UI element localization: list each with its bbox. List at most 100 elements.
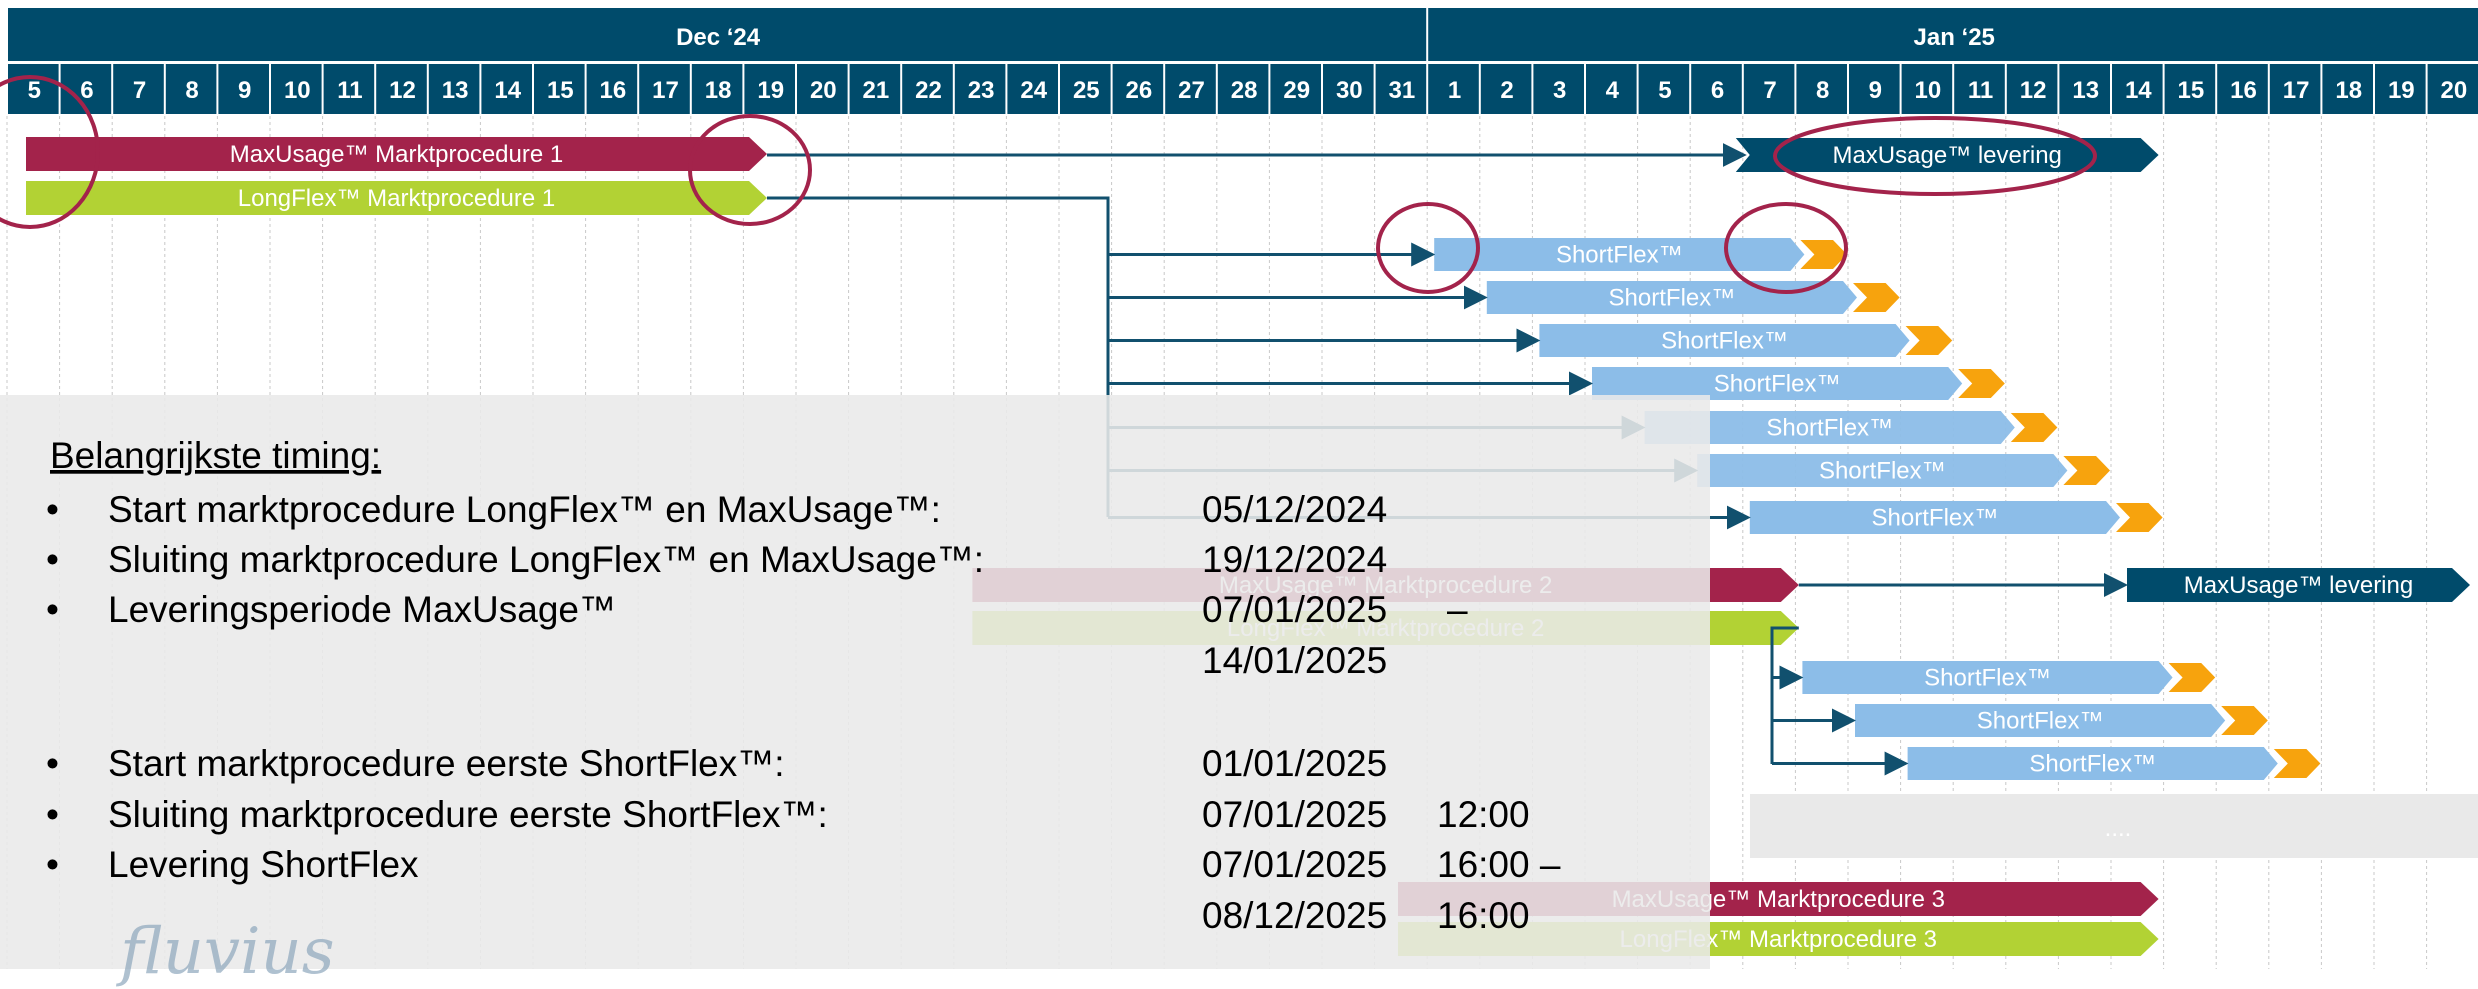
- day-label: 11: [337, 77, 362, 104]
- timing-time: 12:00: [1437, 794, 1530, 835]
- day-label: 16: [2230, 77, 2257, 104]
- day-label: 18: [2335, 77, 2362, 104]
- day-label: 7: [133, 77, 146, 104]
- timing-date: 07/01/2025: [1202, 794, 1387, 835]
- day-label: 6: [80, 77, 93, 104]
- timing-date: 01/01/2025: [1202, 743, 1387, 784]
- timing-bullet: •: [46, 743, 59, 784]
- s8-label: ShortFlex™: [1924, 665, 2051, 692]
- fluvius-logo: fluvius: [120, 915, 335, 989]
- timing-date: 05/12/2024: [1202, 489, 1387, 530]
- day-label: 28: [1231, 77, 1258, 104]
- timing-label: Sluiting marktprocedure LongFlex™ en Max…: [108, 539, 984, 580]
- day-label: 4: [1606, 77, 1620, 104]
- s9-label: ShortFlex™: [1977, 708, 2104, 735]
- day-label: 29: [1283, 77, 1310, 104]
- s4-label: ShortFlex™: [1714, 371, 1841, 398]
- day-label: 22: [915, 77, 942, 104]
- s6-label: ShortFlex™: [1819, 458, 1946, 485]
- day-label: 7: [1763, 77, 1776, 104]
- day-label: 26: [1126, 77, 1153, 104]
- day-label: 20: [2441, 77, 2468, 104]
- day-label: 19: [2388, 77, 2415, 104]
- day-label: 11: [1968, 77, 1993, 104]
- day-label: 14: [494, 77, 521, 104]
- day-label: 8: [1816, 77, 1829, 104]
- s2-tail: [1853, 283, 1900, 312]
- s1-label: ShortFlex™: [1556, 242, 1683, 269]
- day-label: 15: [547, 77, 574, 104]
- timing-date-2: 08/12/2025: [1202, 895, 1387, 936]
- timing-label: Sluiting marktprocedure eerste ShortFlex…: [108, 794, 828, 835]
- s4-tail: [1958, 369, 2005, 398]
- s10-label: ShortFlex™: [2029, 751, 2156, 778]
- day-label: 20: [810, 77, 837, 104]
- timing-time-2: 16:00: [1437, 895, 1530, 936]
- timing-bullet: •: [46, 589, 59, 630]
- day-label: 3: [1553, 77, 1566, 104]
- day-label: 5: [28, 77, 41, 104]
- day-label: 24: [1020, 77, 1047, 104]
- day-label: 5: [1658, 77, 1671, 104]
- day-label: 8: [185, 77, 198, 104]
- timing-time: –: [1447, 589, 1468, 630]
- s5-label: ShortFlex™: [1766, 415, 1893, 442]
- day-label: 17: [2283, 77, 2310, 104]
- ellipsis-text: ....: [2105, 815, 2132, 842]
- s3-label: ShortFlex™: [1661, 328, 1788, 355]
- t2-label: LongFlex™ Marktprocedure 1: [238, 185, 555, 212]
- day-label: 2: [1500, 77, 1513, 104]
- gantt-chart: Dec ‘24 Jan ‘255 6 7 8 9 10 11 12 13 14 15 16 17 18 19 2…: [0, 8, 2478, 969]
- s9-tail: [2221, 706, 2268, 735]
- timing-heading: Belangrijkste timing:: [50, 435, 381, 476]
- day-label: 6: [1711, 77, 1724, 104]
- s8-tail: [2168, 663, 2216, 692]
- day-label: 16: [600, 77, 627, 104]
- timing-label: Start marktprocedure eerste ShortFlex™:: [108, 743, 785, 784]
- day-label: 1: [1448, 77, 1461, 104]
- timing-bullet: •: [46, 794, 59, 835]
- day-label: 12: [2020, 77, 2047, 104]
- day-label: 17: [652, 77, 679, 104]
- day-label: 13: [2072, 77, 2099, 104]
- s3-tail: [1905, 326, 1953, 355]
- timing-bullet: •: [46, 539, 59, 580]
- s7-tail: [2116, 503, 2163, 532]
- s5-tail: [2010, 413, 2058, 442]
- timing-label: Start marktprocedure LongFlex™ en MaxUsa…: [108, 489, 941, 530]
- timing-label: Leveringsperiode MaxUsage™: [108, 589, 616, 630]
- day-label: 30: [1336, 77, 1363, 104]
- day-label: 19: [757, 77, 784, 104]
- timing-date: 19/12/2024: [1202, 539, 1387, 580]
- s7-label: ShortFlex™: [1872, 505, 1999, 532]
- s6-tail: [2063, 456, 2110, 485]
- timing-date-2: 14/01/2025: [1202, 640, 1387, 681]
- month-label: Jan ‘25: [1914, 24, 1995, 51]
- t4-label: MaxUsage™ levering: [2184, 572, 2413, 599]
- day-label: 31: [1389, 77, 1416, 104]
- day-label: 21: [863, 77, 890, 104]
- connector-trunk-2: [1770, 626, 1799, 764]
- day-label: 14: [2125, 77, 2152, 104]
- s2-label: ShortFlex™: [1609, 285, 1736, 312]
- s10-tail: [2273, 749, 2321, 778]
- t3-label: MaxUsage™ levering: [1832, 142, 2061, 169]
- day-label: 23: [968, 77, 995, 104]
- timing-date: 07/01/2025: [1202, 589, 1387, 630]
- day-label: 18: [705, 77, 732, 104]
- day-label: 10: [1915, 77, 1942, 104]
- timing-time: 16:00 –: [1437, 844, 1561, 885]
- month-label: Dec ‘24: [676, 24, 761, 51]
- t1-label: MaxUsage™ Marktprocedure 1: [230, 141, 563, 168]
- timing-bullet: •: [46, 844, 59, 885]
- timing-label: Levering ShortFlex: [108, 844, 419, 885]
- day-label: 12: [389, 77, 416, 104]
- day-label: 25: [1073, 77, 1100, 104]
- day-label: 10: [284, 77, 311, 104]
- day-label: 15: [2178, 77, 2205, 104]
- day-label: 13: [442, 77, 469, 104]
- timing-bullet: •: [46, 489, 59, 530]
- day-label: 27: [1178, 77, 1205, 104]
- day-label: 9: [238, 77, 251, 104]
- day-label: 9: [1869, 77, 1882, 104]
